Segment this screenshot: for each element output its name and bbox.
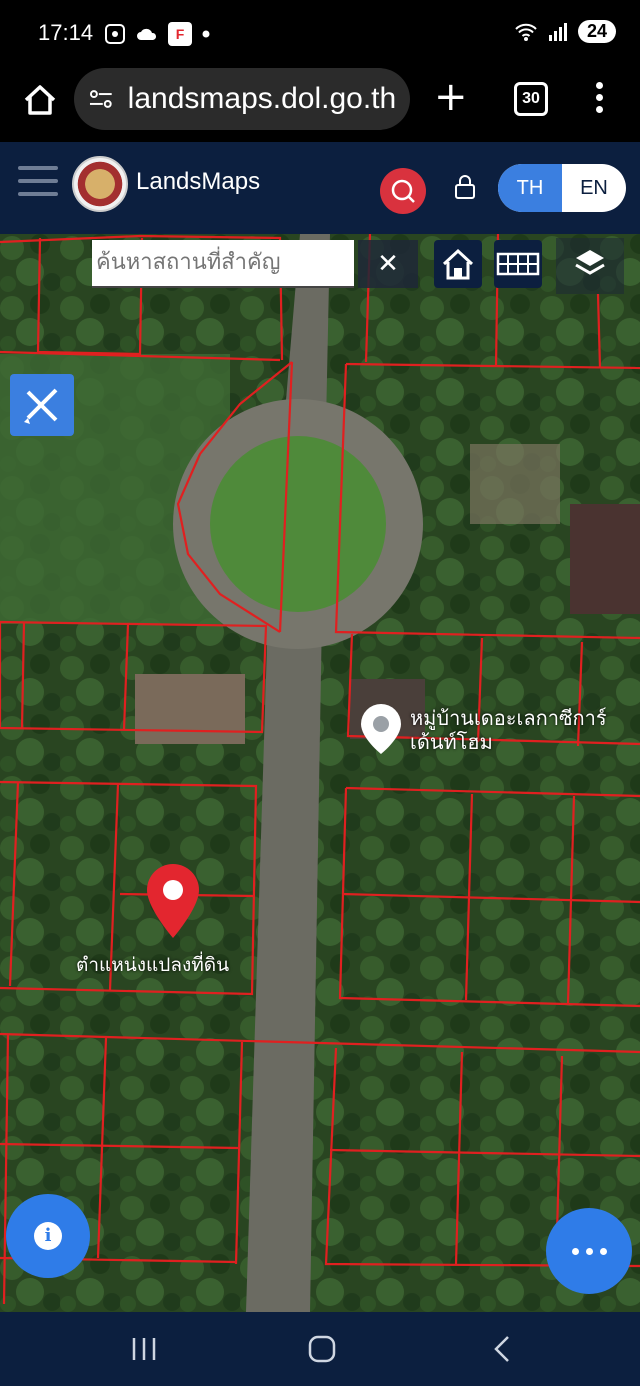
url-text: landsmaps.dol.go.th	[127, 82, 397, 115]
status-left-icons: F	[104, 22, 210, 46]
lock-icon[interactable]	[454, 174, 476, 200]
info-icon: i	[34, 1222, 62, 1250]
place-search-input[interactable]	[92, 240, 350, 284]
satellite-map	[0, 234, 640, 1312]
wifi-icon	[515, 23, 537, 41]
dol-logo	[72, 156, 128, 212]
language-toggle[interactable]: TH EN	[498, 164, 626, 212]
grid-icon	[496, 252, 540, 276]
svg-text:F: F	[176, 26, 185, 42]
search-button[interactable]	[380, 168, 426, 214]
layers-icon	[575, 250, 605, 275]
menu-icon[interactable]	[18, 166, 58, 205]
status-bar: 17:14 F 24	[0, 0, 640, 66]
site-settings-icon[interactable]	[88, 86, 114, 112]
more-vert-icon[interactable]	[596, 82, 606, 118]
more-options-button[interactable]	[546, 1208, 632, 1294]
map-view[interactable]: ✕ หมู่บ้านเดอะเลกาซีการ์เด้นท์โฮม ตำแหน่…	[0, 234, 640, 1312]
home-map-button[interactable]	[434, 240, 482, 288]
tabs-icon[interactable]: 30	[514, 82, 548, 116]
status-right-icons: 24	[514, 20, 616, 43]
measure-tool-button[interactable]	[10, 374, 74, 436]
browser-toolbar: landsmaps.dol.go.th + 30	[0, 66, 640, 142]
ruler-pencil-icon	[24, 388, 58, 424]
app-title: LandsMaps	[136, 168, 261, 195]
layers-button[interactable]	[556, 238, 624, 294]
system-nav-bar	[0, 1312, 640, 1386]
cloud-icon	[137, 28, 157, 40]
clear-search-button[interactable]: ✕	[358, 240, 418, 288]
app-header: LandsMaps TH EN	[0, 142, 640, 234]
info-button[interactable]: i	[6, 1194, 90, 1278]
dot-icon	[202, 30, 210, 38]
parcel-label: ตำแหน่งแปลงที่ดิน	[76, 954, 230, 976]
search-icon	[391, 179, 415, 203]
recent-apps-icon[interactable]	[130, 1336, 158, 1362]
lang-th-button[interactable]: TH	[498, 164, 562, 212]
lang-en-button[interactable]: EN	[562, 164, 626, 212]
home-icon[interactable]	[20, 80, 60, 120]
grid-button[interactable]	[494, 240, 542, 288]
screenshot-icon	[105, 24, 125, 44]
home-nav-icon[interactable]	[306, 1334, 338, 1364]
status-time: 17:14	[38, 20, 94, 45]
battery-level: 24	[577, 20, 616, 43]
back-icon[interactable]	[490, 1334, 514, 1364]
house-icon	[442, 248, 474, 280]
plus-icon[interactable]: +	[434, 74, 468, 120]
signal-icon	[548, 22, 567, 41]
poi-label[interactable]: หมู่บ้านเดอะเลกาซีการ์เด้นท์โฮม	[410, 706, 610, 754]
more-horiz-icon	[572, 1248, 579, 1255]
app-notification-icon: F	[168, 22, 192, 46]
place-search-box[interactable]	[92, 240, 354, 288]
address-bar[interactable]: landsmaps.dol.go.th	[74, 68, 410, 130]
